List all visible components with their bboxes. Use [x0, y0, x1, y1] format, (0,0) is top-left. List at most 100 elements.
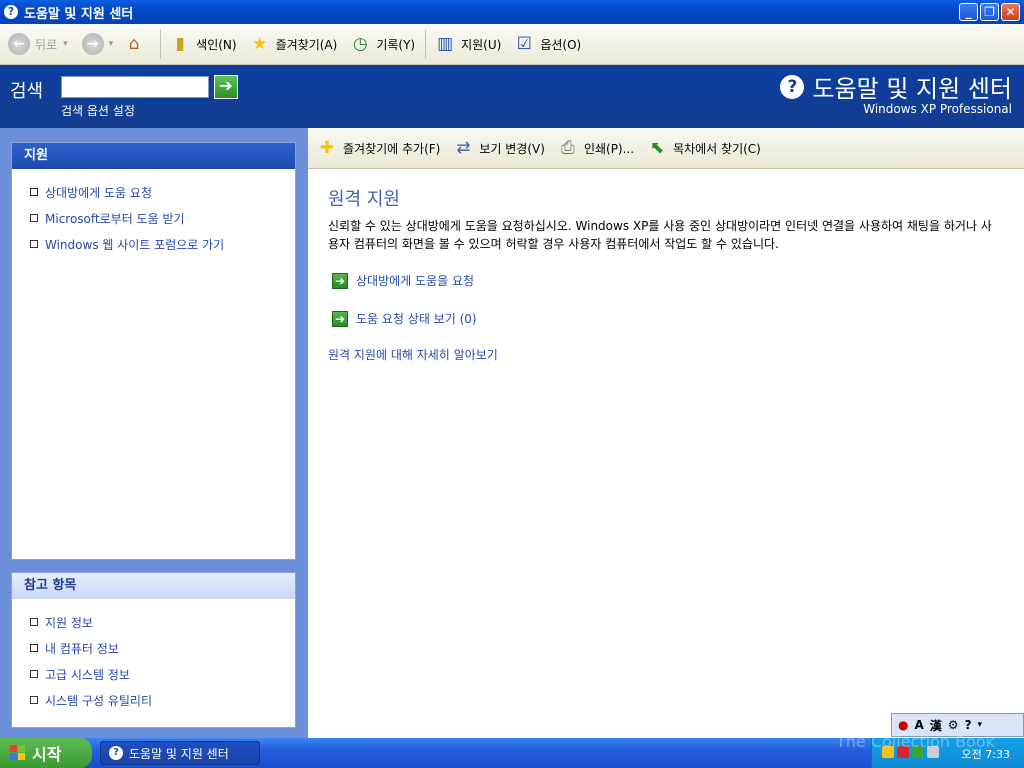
bullet-icon: [30, 214, 38, 222]
english-mode-icon[interactable]: A: [914, 718, 923, 732]
star-icon: ★: [251, 34, 268, 54]
change-view-icon: ⇄: [456, 138, 471, 158]
add-favorites-label: 즐겨찾기에 추가(F): [343, 141, 441, 156]
view-invitation-status-link[interactable]: ➔ 도움 요청 상태 보기 (0): [332, 310, 477, 327]
tools-icon[interactable]: ⚙: [948, 718, 959, 732]
print-label: 인쇄(P)...: [583, 141, 635, 156]
toolbar-divider: [160, 29, 162, 59]
forward-arrow-icon: →: [81, 33, 104, 55]
back-label: 뒤로: [35, 37, 58, 52]
sidebar-item-label: Windows 웹 사이트 포럼으로 가기: [45, 237, 225, 252]
change-view-button[interactable]: ⇄ 보기 변경(V): [452, 137, 545, 159]
command-bar: ✚ 즐겨찾기에 추가(F) ⇄ 보기 변경(V) ⎙ 인쇄(P)... ⬉ 목차…: [308, 128, 1024, 169]
bullet-icon: [30, 670, 38, 678]
learn-more-link[interactable]: 원격 지원에 대해 자세히 알아보기: [328, 346, 498, 363]
start-label: 시작: [32, 745, 62, 764]
windows-logo-icon: [10, 745, 26, 761]
os-edition: Windows XP Professional: [863, 102, 1012, 116]
chevron-down-icon: ▾: [63, 39, 68, 49]
bullet-icon: [30, 696, 38, 704]
options-button[interactable]: ☑ 옵션(O): [513, 33, 582, 55]
window-title: 도움말 및 지원 센터: [24, 6, 134, 22]
support-icon: ▥: [437, 34, 454, 54]
sidebar-item-microsoft-help[interactable]: Microsoft로부터 도움 받기: [30, 205, 295, 231]
bullet-icon: [30, 188, 38, 196]
arrow-right-icon: ➔: [219, 76, 233, 95]
page-title-text: 도움말 및 지원 센터: [812, 75, 1012, 103]
locate-label: 목차에서 찾기(C): [673, 141, 761, 156]
close-button[interactable]: ✕: [1001, 3, 1020, 21]
related-panel-title: 참고 항목: [12, 573, 295, 599]
locate-arrow-icon: ⬉: [649, 138, 665, 158]
history-button[interactable]: ◷ 기록(Y): [349, 33, 415, 55]
support-label: 지원(U): [461, 37, 502, 52]
invite-help-label: 상대방에게 도움을 요청: [356, 274, 475, 288]
home-button[interactable]: ⌂: [123, 33, 150, 55]
star-add-icon: ✚: [319, 138, 335, 158]
bullet-icon: [30, 644, 38, 652]
support-panel-title: 지원: [12, 143, 295, 169]
support-button[interactable]: ▥ 지원(U): [434, 33, 501, 55]
support-panel: 지원 상대방에게 도움 요청 Microsoft로부터 도움 받기 Window…: [11, 142, 296, 560]
back-arrow-icon: ←: [8, 33, 30, 55]
index-label: 색인(N): [196, 37, 237, 52]
search-input[interactable]: [61, 76, 209, 98]
green-arrow-icon: ➔: [332, 272, 348, 289]
history-clock-icon: ◷: [352, 34, 368, 54]
taskbar-item-help-center[interactable]: ? 도움말 및 지원 센터: [100, 741, 260, 765]
sidebar-item-advanced-system-info[interactable]: 고급 시스템 정보: [30, 661, 295, 687]
hanja-icon[interactable]: 漢: [930, 717, 942, 734]
ime-icon[interactable]: ●: [898, 718, 908, 732]
help-icon: ?: [780, 74, 805, 99]
sidebar-item-system-config[interactable]: 시스템 구성 유틸리티: [30, 687, 295, 713]
index-button[interactable]: ▮ 색인(N): [169, 33, 236, 55]
home-icon: ⌂: [128, 34, 140, 54]
locate-in-contents-button[interactable]: ⬉ 목차에서 찾기(C): [646, 137, 761, 159]
content-heading: 원격 지원: [328, 189, 400, 210]
sidebar-item-label: 지원 정보: [45, 615, 93, 630]
help-icon: ?: [4, 5, 18, 19]
related-list: 지원 정보 내 컴퓨터 정보 고급 시스템 정보 시스템 구성 유틸리티: [12, 599, 295, 713]
related-panel: 참고 항목 지원 정보 내 컴퓨터 정보 고급 시스템 정보 시스템 구성 유틸…: [11, 572, 296, 728]
help-icon[interactable]: ?: [965, 718, 972, 732]
bullet-icon: [30, 240, 38, 248]
sidebar-item-support-info[interactable]: 지원 정보: [30, 609, 295, 635]
taskbar-item-label: 도움말 및 지원 센터: [129, 746, 229, 761]
toolbar-divider: [425, 29, 427, 59]
header-band: 검색 ➔ 검색 옵션 설정 ? 도움말 및 지원 센터 Windows XP P…: [0, 65, 1024, 128]
options-label: 옵션(O): [540, 37, 582, 52]
sidebar-item-label: Microsoft로부터 도움 받기: [45, 211, 185, 226]
forward-button[interactable]: → ▾: [81, 33, 114, 55]
add-favorites-button[interactable]: ✚ 즐겨찾기에 추가(F): [316, 137, 441, 159]
sidebar-item-label: 시스템 구성 유틸리티: [45, 693, 152, 708]
start-button[interactable]: 시작: [0, 738, 92, 768]
favorites-label: 즐겨찾기(A): [275, 37, 338, 52]
search-options-link[interactable]: 검색 옵션 설정: [61, 102, 135, 119]
main-toolbar: ← 뒤로 ▾ → ▾ ⌂ ▮ 색인(N) ★ 즐겨찾기(A) ◷ 기록(Y) ▥…: [0, 24, 1024, 65]
print-button[interactable]: ⎙ 인쇄(P)...: [557, 137, 634, 159]
watermark: The Collection Book: [836, 732, 995, 751]
sidebar: 지원 상대방에게 도움 요청 Microsoft로부터 도움 받기 Window…: [0, 128, 308, 738]
search-go-button[interactable]: ➔: [214, 75, 238, 99]
search-label: 검색: [10, 81, 44, 102]
content-description: 신뢰할 수 있는 상대방에게 도움을 요청하십시오. Windows XP를 사…: [328, 219, 992, 251]
restore-button[interactable]: ❐: [980, 3, 999, 21]
title-bar[interactable]: ? 도움말 및 지원 센터 _ ❐ ✕: [0, 0, 1024, 24]
sidebar-item-invite[interactable]: 상대방에게 도움 요청: [30, 179, 295, 205]
minimize-button[interactable]: _: [959, 3, 978, 21]
view-status-label: 도움 요청 상태 보기 (0): [356, 312, 477, 326]
page-title: ? 도움말 및 지원 센터: [780, 69, 1012, 104]
favorites-button[interactable]: ★ 즐겨찾기(A): [249, 33, 338, 55]
checklist-icon: ☑: [516, 34, 532, 54]
sidebar-item-forums[interactable]: Windows 웹 사이트 포럼으로 가기: [30, 231, 295, 257]
sidebar-item-label: 내 컴퓨터 정보: [45, 641, 119, 656]
chevron-down-icon: ▾: [108, 39, 114, 49]
main-content: 원격 지원 신뢰할 수 있는 상대방에게 도움을 요청하십시오. Windows…: [308, 169, 1024, 738]
invite-help-link[interactable]: ➔ 상대방에게 도움을 요청: [332, 272, 474, 289]
back-button[interactable]: ← 뒤로 ▾: [8, 33, 68, 55]
chevron-down-icon[interactable]: ▾: [978, 720, 983, 730]
book-icon: ▮: [175, 34, 185, 54]
sidebar-item-label: 상대방에게 도움 요청: [45, 185, 152, 200]
sidebar-item-my-computer-info[interactable]: 내 컴퓨터 정보: [30, 635, 295, 661]
printer-icon: ⎙: [561, 138, 575, 158]
